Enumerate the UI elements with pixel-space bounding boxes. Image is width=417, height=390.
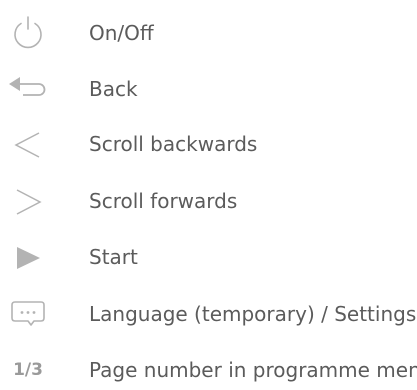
legend-item-language-settings: Language (temporary) / Settings xyxy=(0,294,417,334)
power-icon xyxy=(6,13,50,53)
legend-label: Start xyxy=(89,245,138,269)
legend-item-back: Back xyxy=(0,69,417,109)
legend-label: Language (temporary) / Settings xyxy=(89,302,417,326)
speech-bubble-icon xyxy=(6,294,50,334)
legend-item-on-off: On/Off xyxy=(0,13,417,53)
legend-label: Scroll forwards xyxy=(89,189,238,213)
play-icon xyxy=(6,237,50,277)
icon-legend: On/Off Back Scroll backwards Scroll forw… xyxy=(0,0,417,386)
legend-item-page-number: 1/3 Page number in programme menu xyxy=(0,350,417,390)
chevron-left-icon xyxy=(6,124,50,164)
back-arrow-icon xyxy=(6,69,50,109)
legend-item-start: Start xyxy=(0,237,417,277)
legend-item-scroll-backwards: Scroll backwards xyxy=(0,124,417,164)
legend-label: Scroll backwards xyxy=(89,132,258,156)
chevron-right-icon xyxy=(6,181,50,221)
legend-label: Back xyxy=(89,77,138,101)
legend-label: Page number in programme menu xyxy=(89,358,417,382)
page-number-sample: 1/3 xyxy=(13,360,43,380)
page-number-icon: 1/3 xyxy=(6,350,50,390)
legend-label: On/Off xyxy=(89,21,154,45)
legend-item-scroll-forwards: Scroll forwards xyxy=(0,181,417,221)
